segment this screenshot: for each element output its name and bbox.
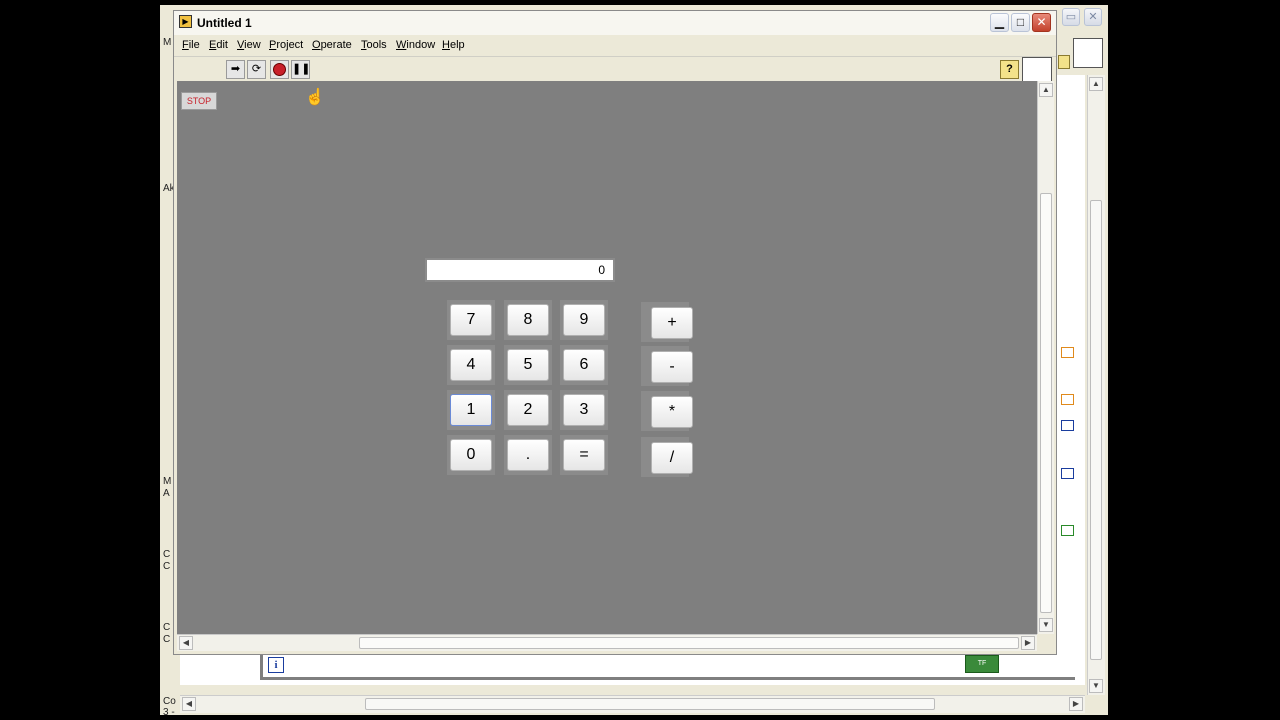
edge-label: Co <box>163 696 176 707</box>
front-panel-horizontal-scrollbar[interactable]: ◀ ▶ <box>177 634 1037 651</box>
menu-view[interactable]: View <box>237 39 261 51</box>
edge-label: 3 - <box>163 707 175 718</box>
front-panel-vertical-scrollbar[interactable]: ▲ ▼ <box>1037 81 1054 634</box>
edge-label: A <box>163 488 170 499</box>
hand-cursor-icon: ☝ <box>305 89 325 106</box>
edge-label: C <box>163 549 171 560</box>
key-2[interactable]: 2 <box>507 394 549 426</box>
block-diagram-vertical-scrollbar[interactable]: ▲ ▼ <box>1087 75 1105 695</box>
key-8[interactable]: 8 <box>507 304 549 336</box>
horizontal-scroll-thumb[interactable] <box>365 698 935 710</box>
numeric-terminal-icon[interactable] <box>1061 394 1074 405</box>
window-title: Untitled 1 <box>197 16 252 30</box>
minimize-button[interactable]: ▁ <box>990 13 1009 32</box>
key-1[interactable]: 1 <box>450 394 492 426</box>
key-multiply[interactable]: * <box>651 396 693 428</box>
key-equals[interactable]: = <box>563 439 605 471</box>
menu-bar: File Edit View Project Operate Tools Win… <box>174 35 1056 55</box>
loop-iteration-terminal[interactable]: i <box>268 657 284 673</box>
help-icon[interactable] <box>1058 55 1070 69</box>
menu-file[interactable]: File <box>182 39 200 51</box>
menu-tools[interactable]: Tools <box>361 39 387 51</box>
scroll-down-icon[interactable]: ▼ <box>1039 618 1053 632</box>
key-4[interactable]: 4 <box>450 349 492 381</box>
run-arrow-icon[interactable]: ➡ <box>226 60 245 79</box>
maximize-button[interactable]: □ <box>1011 13 1030 32</box>
vi-icon <box>1073 38 1103 68</box>
scroll-right-icon[interactable]: ▶ <box>1021 636 1035 650</box>
title-bar[interactable]: ▶ Untitled 1 ▁ □ ✕ <box>174 11 1056 35</box>
key-9[interactable]: 9 <box>563 304 605 336</box>
edge-label: C <box>163 622 171 633</box>
vertical-scroll-thumb[interactable] <box>1040 193 1052 613</box>
key-minus[interactable]: - <box>651 351 693 383</box>
key-5[interactable]: 5 <box>507 349 549 381</box>
numeric-terminal-icon[interactable] <box>1061 420 1074 431</box>
run-continuously-icon[interactable]: ⟳ <box>247 60 266 79</box>
key-divide[interactable]: / <box>651 442 693 474</box>
key-0[interactable]: 0 <box>450 439 492 471</box>
menu-window[interactable]: Window <box>396 39 435 51</box>
horizontal-scroll-thumb[interactable] <box>359 637 1019 649</box>
menu-help[interactable]: Help <box>442 39 465 51</box>
vertical-scroll-thumb[interactable] <box>1090 200 1102 660</box>
close-button[interactable]: ✕ <box>1084 8 1102 26</box>
abort-icon[interactable] <box>270 60 289 79</box>
front-panel-canvas[interactable]: STOP ☝ 0 7 8 9 4 5 6 1 2 3 0 . = + - * / <box>177 81 1037 634</box>
context-help-icon[interactable]: ? <box>1000 60 1019 79</box>
key-decimal[interactable]: . <box>507 439 549 471</box>
labview-vi-icon: ▶ <box>179 15 192 28</box>
scroll-right-icon[interactable]: ▶ <box>1069 697 1083 711</box>
menu-edit[interactable]: Edit <box>209 39 228 51</box>
scroll-up-icon[interactable]: ▲ <box>1039 83 1053 97</box>
front-panel-window: ▶ Untitled 1 ▁ □ ✕ File Edit View Projec… <box>173 10 1057 655</box>
stop-button[interactable]: STOP <box>181 92 217 110</box>
block-diagram-horizontal-scrollbar[interactable]: ◀ ▶ <box>180 695 1085 713</box>
edge-label: M <box>163 37 172 48</box>
menu-operate[interactable]: Operate <box>312 39 352 51</box>
menu-project[interactable]: Project <box>269 39 303 51</box>
pause-icon[interactable]: ❚❚ <box>291 60 310 79</box>
edge-label: C <box>163 634 171 645</box>
key-plus[interactable]: + <box>651 307 693 339</box>
scroll-left-icon[interactable]: ◀ <box>182 697 196 711</box>
calculator-display: 0 <box>427 260 613 280</box>
scroll-up-icon[interactable]: ▲ <box>1089 77 1103 91</box>
scroll-left-icon[interactable]: ◀ <box>179 636 193 650</box>
numeric-terminal-icon[interactable] <box>1061 347 1074 358</box>
boolean-terminal-icon[interactable] <box>1061 525 1074 536</box>
loop-condition-terminal[interactable]: TF <box>965 655 999 673</box>
minimize-button[interactable]: ▭ <box>1062 8 1080 26</box>
numeric-terminal-icon[interactable] <box>1061 468 1074 479</box>
edge-label: M <box>163 476 172 487</box>
toolbar: ➡ ⟳ ❚❚ ? <box>174 56 1056 87</box>
key-6[interactable]: 6 <box>563 349 605 381</box>
key-7[interactable]: 7 <box>450 304 492 336</box>
scroll-down-icon[interactable]: ▼ <box>1089 679 1103 693</box>
edge-label: C <box>163 561 171 572</box>
close-button[interactable]: ✕ <box>1032 13 1051 32</box>
key-3[interactable]: 3 <box>563 394 605 426</box>
